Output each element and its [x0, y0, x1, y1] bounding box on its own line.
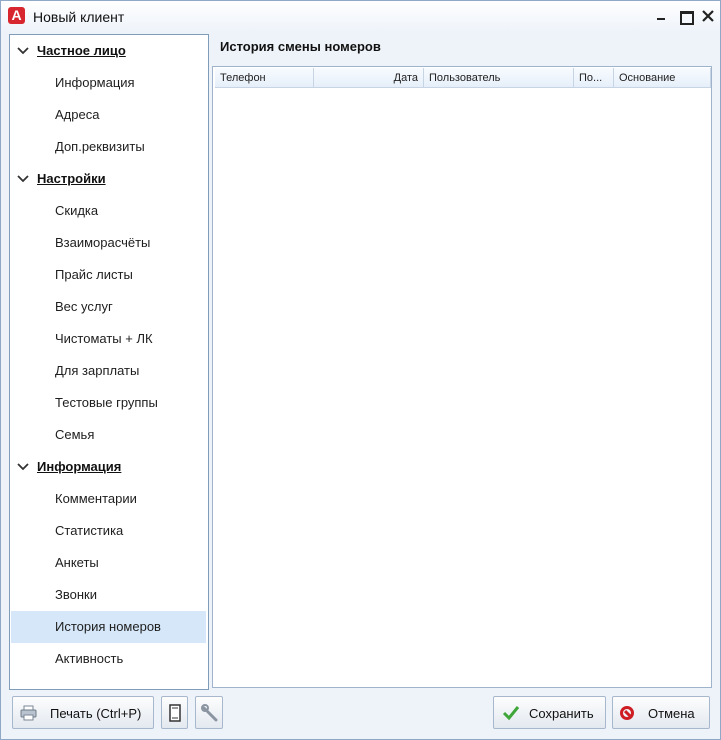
- wrench-icon: [201, 704, 218, 722]
- sidebar-item-label: Комментарии: [55, 491, 137, 506]
- maximize-button[interactable]: [675, 7, 695, 25]
- sidebar-item-discount[interactable]: Скидка: [11, 195, 206, 227]
- cancel-icon: [620, 706, 634, 720]
- document-icon: [169, 704, 181, 722]
- app-logo-icon: А: [8, 7, 25, 24]
- sidebar-item-label: Для зарплаты: [55, 363, 140, 378]
- sidebar-item-label: Звонки: [55, 587, 97, 602]
- save-button[interactable]: Сохранить: [493, 696, 606, 729]
- sidebar: Частное лицо Информация Адреса Доп.рекви…: [9, 34, 209, 690]
- close-button[interactable]: [698, 7, 718, 25]
- sidebar-item-label: Активность: [55, 651, 124, 666]
- sidebar-item-label: Скидка: [55, 203, 99, 218]
- sidebar-group-label: Частное лицо: [37, 43, 126, 58]
- column-header-reason[interactable]: Основание: [614, 68, 711, 88]
- sidebar-item-label: Адреса: [55, 107, 100, 122]
- window: А Новый клиент Частное лицо Информация А…: [0, 0, 721, 740]
- sidebar-item-number-history[interactable]: История номеров: [11, 611, 206, 643]
- main-panel: История смены номеров Телефон Дата Польз…: [210, 34, 720, 690]
- column-header-date[interactable]: Дата: [314, 68, 424, 88]
- sidebar-group-information[interactable]: Информация: [10, 451, 208, 483]
- sidebar-item-label: Вес услуг: [55, 299, 113, 314]
- sidebar-item-label: Информация: [55, 75, 135, 90]
- sidebar-group-label: Информация: [37, 459, 122, 474]
- print-button[interactable]: Печать (Ctrl+P): [12, 696, 154, 729]
- chevron-down-icon: [16, 460, 30, 474]
- sidebar-item-calls[interactable]: Звонки: [11, 579, 206, 611]
- sidebar-group-private-person[interactable]: Частное лицо: [10, 35, 208, 67]
- table-header: Телефон Дата Пользователь По... Основани…: [215, 68, 711, 88]
- sidebar-item-label: История номеров: [55, 619, 161, 634]
- document-button[interactable]: [161, 696, 188, 729]
- sidebar-item-label: Анкеты: [55, 555, 99, 570]
- sidebar-item-info[interactable]: Информация: [11, 67, 206, 99]
- sidebar-item-addresses[interactable]: Адреса: [11, 99, 206, 131]
- sidebar-item-surveys[interactable]: Анкеты: [11, 547, 206, 579]
- print-button-label: Печать (Ctrl+P): [50, 706, 142, 721]
- sidebar-item-chistomaty[interactable]: Чистоматы + ЛК: [11, 323, 206, 355]
- window-title: Новый клиент: [33, 9, 125, 25]
- settings-button[interactable]: [195, 696, 223, 729]
- sidebar-group-label: Настройки: [37, 171, 106, 186]
- title-bar[interactable]: А Новый клиент: [1, 1, 720, 32]
- sidebar-item-salary[interactable]: Для зарплаты: [11, 355, 206, 387]
- save-button-label: Сохранить: [529, 706, 594, 721]
- sidebar-group-settings[interactable]: Настройки: [10, 163, 208, 195]
- sidebar-item-service-weight[interactable]: Вес услуг: [11, 291, 206, 323]
- column-header-po[interactable]: По...: [574, 68, 614, 88]
- sidebar-item-label: Тестовые группы: [55, 395, 158, 410]
- column-header-user[interactable]: Пользователь: [424, 68, 574, 88]
- sidebar-item-label: Прайс листы: [55, 267, 133, 282]
- column-header-phone[interactable]: Телефон: [215, 68, 314, 88]
- sidebar-item-test-groups[interactable]: Тестовые группы: [11, 387, 206, 419]
- sidebar-item-family[interactable]: Семья: [11, 419, 206, 451]
- number-history-table[interactable]: Телефон Дата Пользователь По... Основани…: [212, 66, 712, 688]
- sidebar-item-comments[interactable]: Комментарии: [11, 483, 206, 515]
- chevron-down-icon: [16, 172, 30, 186]
- sidebar-item-label: Семья: [55, 427, 95, 442]
- cancel-button-label: Отмена: [648, 706, 695, 721]
- cancel-button[interactable]: Отмена: [612, 696, 710, 729]
- sidebar-item-label: Чистоматы + ЛК: [55, 331, 153, 346]
- close-icon: [702, 10, 714, 22]
- sidebar-item-extra-details[interactable]: Доп.реквизиты: [11, 131, 206, 163]
- printer-icon: [20, 705, 37, 721]
- sidebar-item-statistics[interactable]: Статистика: [11, 515, 206, 547]
- sidebar-item-label: Взаиморасчёты: [55, 235, 151, 250]
- sidebar-item-activity[interactable]: Активность: [11, 643, 206, 675]
- checkmark-icon: [502, 705, 520, 721]
- sidebar-item-price-lists[interactable]: Прайс листы: [11, 259, 206, 291]
- sidebar-item-label: Статистика: [55, 523, 124, 538]
- chevron-down-icon: [16, 44, 30, 58]
- sidebar-item-label: Доп.реквизиты: [55, 139, 145, 154]
- page-title: История смены номеров: [220, 39, 381, 54]
- sidebar-item-settlements[interactable]: Взаиморасчёты: [11, 227, 206, 259]
- minimize-button[interactable]: [651, 7, 671, 25]
